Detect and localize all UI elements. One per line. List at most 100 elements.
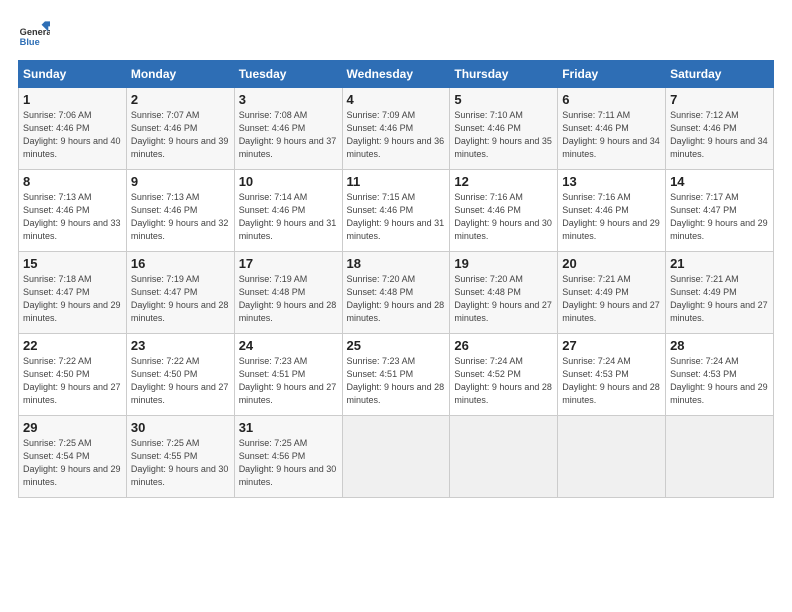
day-info: Sunrise: 7:21 AMSunset: 4:49 PMDaylight:… — [562, 274, 660, 323]
calendar-header-row: SundayMondayTuesdayWednesdayThursdayFrid… — [19, 61, 774, 88]
header-cell-saturday: Saturday — [666, 61, 774, 88]
calendar-cell: 11 Sunrise: 7:15 AMSunset: 4:46 PMDayligh… — [342, 170, 450, 252]
header-cell-wednesday: Wednesday — [342, 61, 450, 88]
day-info: Sunrise: 7:16 AMSunset: 4:46 PMDaylight:… — [454, 192, 552, 241]
calendar-cell: 30 Sunrise: 7:25 AMSunset: 4:55 PMDayligh… — [126, 416, 234, 498]
header-cell-sunday: Sunday — [19, 61, 127, 88]
day-number: 30 — [131, 420, 230, 435]
day-number: 27 — [562, 338, 661, 353]
calendar-cell: 27Sunrise: 7:24 AMSunset: 4:53 PMDayligh… — [558, 334, 666, 416]
day-info: Sunrise: 7:16 AMSunset: 4:46 PMDaylight:… — [562, 192, 660, 241]
header: General Blue — [18, 18, 774, 50]
day-number: 16 — [131, 256, 230, 271]
calendar-cell: 1Sunrise: 7:06 AMSunset: 4:46 PMDaylight… — [19, 88, 127, 170]
day-number: 31 — [239, 420, 338, 435]
day-info: Sunrise: 7:23 AMSunset: 4:51 PMDaylight:… — [239, 356, 337, 405]
calendar-cell: 9 Sunrise: 7:13 AMSunset: 4:46 PMDaylight… — [126, 170, 234, 252]
day-info: Sunrise: 7:13 AMSunset: 4:46 PMDaylight:… — [23, 192, 121, 241]
day-info: Sunrise: 7:19 AMSunset: 4:47 PMDaylight:… — [131, 274, 229, 323]
day-number: 4 — [347, 92, 446, 107]
day-number: 18 — [347, 256, 446, 271]
day-info: Sunrise: 7:23 AMSunset: 4:51 PMDaylight:… — [347, 356, 445, 405]
day-info: Sunrise: 7:25 AMSunset: 4:56 PMDaylight:… — [239, 438, 337, 487]
day-info: Sunrise: 7:08 AMSunset: 4:46 PMDaylight:… — [239, 110, 337, 159]
day-number: 9 — [131, 174, 230, 189]
day-number: 28 — [670, 338, 769, 353]
page: General Blue SundayMondayTuesdayWednesda… — [0, 0, 792, 510]
day-number: 3 — [239, 92, 338, 107]
calendar-week-4: 22 Sunrise: 7:22 AMSunset: 4:50 PMDayligh… — [19, 334, 774, 416]
calendar-cell: 8 Sunrise: 7:13 AMSunset: 4:46 PMDaylight… — [19, 170, 127, 252]
calendar-cell: 19 Sunrise: 7:20 AMSunset: 4:48 PMDayligh… — [450, 252, 558, 334]
day-number: 12 — [454, 174, 553, 189]
day-info: Sunrise: 7:21 AMSunset: 4:49 PMDaylight:… — [670, 274, 768, 323]
calendar-cell: 10 Sunrise: 7:14 AMSunset: 4:46 PMDayligh… — [234, 170, 342, 252]
calendar-week-2: 8 Sunrise: 7:13 AMSunset: 4:46 PMDaylight… — [19, 170, 774, 252]
calendar-cell: 26Sunrise: 7:24 AMSunset: 4:52 PMDayligh… — [450, 334, 558, 416]
day-info: Sunrise: 7:15 AMSunset: 4:46 PMDaylight:… — [347, 192, 445, 241]
calendar-week-3: 15 Sunrise: 7:18 AMSunset: 4:47 PMDayligh… — [19, 252, 774, 334]
calendar-cell: 7 Sunrise: 7:12 AMSunset: 4:46 PMDaylight… — [666, 88, 774, 170]
day-number: 11 — [347, 174, 446, 189]
day-info: Sunrise: 7:24 AMSunset: 4:52 PMDaylight:… — [454, 356, 552, 405]
calendar-cell: 17Sunrise: 7:19 AMSunset: 4:48 PMDayligh… — [234, 252, 342, 334]
calendar-cell: 18 Sunrise: 7:20 AMSunset: 4:48 PMDayligh… — [342, 252, 450, 334]
calendar-cell: 23 Sunrise: 7:22 AMSunset: 4:50 PMDayligh… — [126, 334, 234, 416]
day-info: Sunrise: 7:25 AMSunset: 4:55 PMDaylight:… — [131, 438, 229, 487]
day-number: 23 — [131, 338, 230, 353]
day-number: 14 — [670, 174, 769, 189]
calendar-cell — [558, 416, 666, 498]
day-info: Sunrise: 7:06 AMSunset: 4:46 PMDaylight:… — [23, 110, 121, 159]
day-info: Sunrise: 7:14 AMSunset: 4:46 PMDaylight:… — [239, 192, 337, 241]
day-number: 22 — [23, 338, 122, 353]
calendar-cell: 14Sunrise: 7:17 AMSunset: 4:47 PMDayligh… — [666, 170, 774, 252]
day-number: 21 — [670, 256, 769, 271]
day-info: Sunrise: 7:20 AMSunset: 4:48 PMDaylight:… — [454, 274, 552, 323]
calendar-cell: 15 Sunrise: 7:18 AMSunset: 4:47 PMDayligh… — [19, 252, 127, 334]
day-info: Sunrise: 7:18 AMSunset: 4:47 PMDaylight:… — [23, 274, 121, 323]
day-info: Sunrise: 7:09 AMSunset: 4:46 PMDaylight:… — [347, 110, 445, 159]
calendar-cell: 13Sunrise: 7:16 AMSunset: 4:46 PMDayligh… — [558, 170, 666, 252]
svg-text:Blue: Blue — [20, 37, 40, 47]
day-number: 7 — [670, 92, 769, 107]
header-cell-tuesday: Tuesday — [234, 61, 342, 88]
calendar-table: SundayMondayTuesdayWednesdayThursdayFrid… — [18, 60, 774, 498]
day-number: 10 — [239, 174, 338, 189]
calendar-cell: 28 Sunrise: 7:24 AMSunset: 4:53 PMDayligh… — [666, 334, 774, 416]
day-info: Sunrise: 7:11 AMSunset: 4:46 PMDaylight:… — [562, 110, 660, 159]
day-number: 20 — [562, 256, 661, 271]
day-info: Sunrise: 7:19 AMSunset: 4:48 PMDaylight:… — [239, 274, 337, 323]
calendar-cell: 4 Sunrise: 7:09 AMSunset: 4:46 PMDaylight… — [342, 88, 450, 170]
calendar-cell: 12 Sunrise: 7:16 AMSunset: 4:46 PMDayligh… — [450, 170, 558, 252]
day-info: Sunrise: 7:24 AMSunset: 4:53 PMDaylight:… — [670, 356, 768, 405]
calendar-cell: 24 Sunrise: 7:23 AMSunset: 4:51 PMDayligh… — [234, 334, 342, 416]
calendar-cell — [450, 416, 558, 498]
day-number: 29 — [23, 420, 122, 435]
day-number: 15 — [23, 256, 122, 271]
day-number: 24 — [239, 338, 338, 353]
day-info: Sunrise: 7:13 AMSunset: 4:46 PMDaylight:… — [131, 192, 229, 241]
day-info: Sunrise: 7:25 AMSunset: 4:54 PMDaylight:… — [23, 438, 121, 487]
header-cell-thursday: Thursday — [450, 61, 558, 88]
calendar-cell: 20 Sunrise: 7:21 AMSunset: 4:49 PMDayligh… — [558, 252, 666, 334]
header-cell-monday: Monday — [126, 61, 234, 88]
day-info: Sunrise: 7:22 AMSunset: 4:50 PMDaylight:… — [23, 356, 121, 405]
calendar-cell: 6Sunrise: 7:11 AMSunset: 4:46 PMDaylight… — [558, 88, 666, 170]
calendar-cell: 5Sunrise: 7:10 AMSunset: 4:46 PMDaylight… — [450, 88, 558, 170]
day-info: Sunrise: 7:12 AMSunset: 4:46 PMDaylight:… — [670, 110, 768, 159]
calendar-cell: 16 Sunrise: 7:19 AMSunset: 4:47 PMDayligh… — [126, 252, 234, 334]
calendar-cell: 31 Sunrise: 7:25 AMSunset: 4:56 PMDayligh… — [234, 416, 342, 498]
day-number: 5 — [454, 92, 553, 107]
calendar-cell: 22 Sunrise: 7:22 AMSunset: 4:50 PMDayligh… — [19, 334, 127, 416]
day-info: Sunrise: 7:22 AMSunset: 4:50 PMDaylight:… — [131, 356, 229, 405]
day-info: Sunrise: 7:07 AMSunset: 4:46 PMDaylight:… — [131, 110, 229, 159]
calendar-cell: 21 Sunrise: 7:21 AMSunset: 4:49 PMDayligh… — [666, 252, 774, 334]
day-number: 8 — [23, 174, 122, 189]
calendar-week-5: 29 Sunrise: 7:25 AMSunset: 4:54 PMDayligh… — [19, 416, 774, 498]
day-info: Sunrise: 7:20 AMSunset: 4:48 PMDaylight:… — [347, 274, 445, 323]
calendar-week-1: 1Sunrise: 7:06 AMSunset: 4:46 PMDaylight… — [19, 88, 774, 170]
day-number: 19 — [454, 256, 553, 271]
calendar-cell — [342, 416, 450, 498]
calendar-cell — [666, 416, 774, 498]
calendar-cell: 3 Sunrise: 7:08 AMSunset: 4:46 PMDaylight… — [234, 88, 342, 170]
